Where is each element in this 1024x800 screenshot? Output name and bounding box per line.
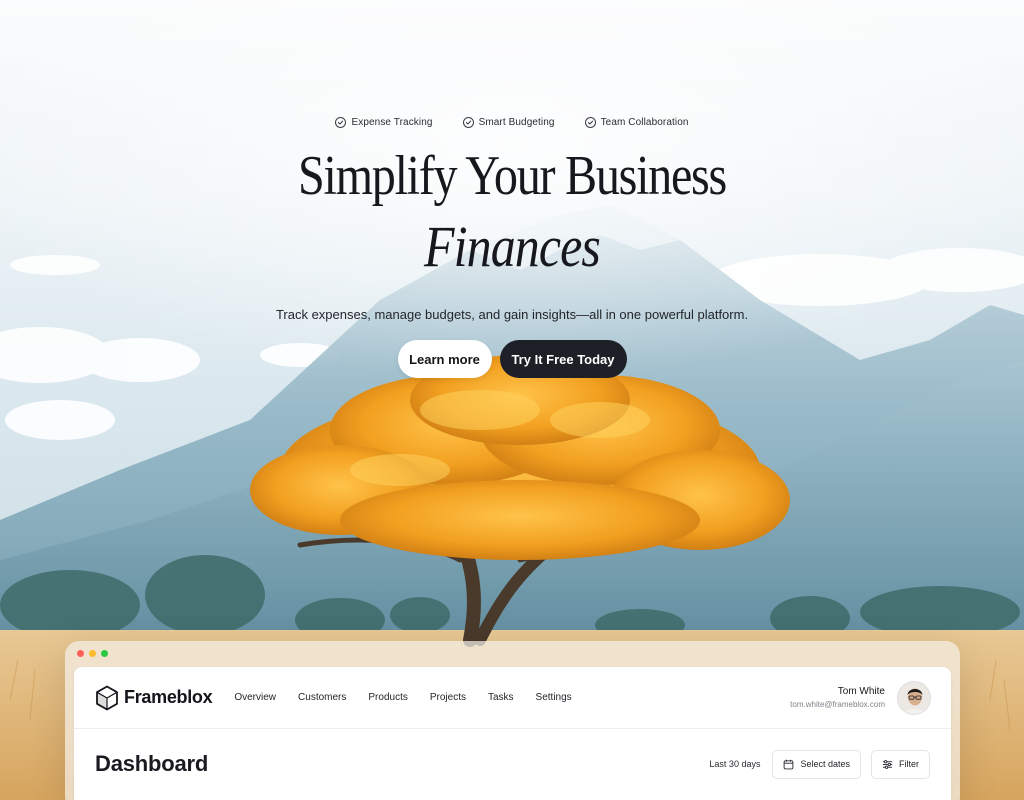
filter-label: Filter (899, 759, 919, 769)
app-top-nav: Frameblox Overview Customers Products Pr… (74, 667, 951, 729)
hero-headline: Simplify Your Business Finances (0, 148, 1024, 276)
nav-menu: Overview Customers Products Projects Tas… (234, 692, 571, 703)
feature-item: Team Collaboration (584, 117, 689, 128)
maximize-dot (101, 650, 108, 657)
feature-label: Team Collaboration (600, 117, 689, 128)
window-controls (77, 650, 108, 657)
dashboard-header: Dashboard Last 30 days Select dates Filt… (74, 729, 951, 799)
headline-line-1: Simplify Your Business (298, 145, 727, 207)
avatar[interactable] (897, 680, 931, 715)
check-circle-icon (335, 117, 347, 128)
nav-item-settings[interactable]: Settings (536, 692, 572, 703)
hero-section: Expense Tracking Smart Budgeting Team Co… (0, 0, 1024, 400)
minimize-dot (89, 650, 96, 657)
filter-button[interactable]: Filter (871, 749, 930, 779)
hero-cta-group: Learn more Try It Free Today (0, 340, 1024, 378)
dashboard-controls: Last 30 days Select dates Filter (709, 749, 930, 779)
try-free-button[interactable]: Try It Free Today (499, 340, 627, 378)
select-dates-button[interactable]: Select dates (772, 749, 861, 779)
user-menu[interactable]: Tom White tom.white@frameblox.com (790, 680, 931, 715)
nav-item-projects[interactable]: Projects (430, 692, 466, 703)
brand-name: Frameblox (124, 687, 213, 707)
user-info: Tom White tom.white@frameblox.com (790, 686, 885, 709)
nav-item-overview[interactable]: Overview (234, 692, 276, 703)
sliders-icon (882, 759, 893, 769)
date-range-label: Last 30 days (709, 759, 761, 769)
calendar-icon (784, 759, 794, 769)
dashboard-app-preview: Frameblox Overview Customers Products Pr… (74, 667, 951, 800)
user-email: tom.white@frameblox.com (790, 700, 885, 709)
hero-subtitle: Track expenses, manage budgets, and gain… (275, 307, 749, 322)
feature-item: Expense Tracking (335, 117, 432, 128)
feature-label: Smart Budgeting (478, 117, 555, 128)
nav-item-customers[interactable]: Customers (298, 692, 346, 703)
brand-logo[interactable]: Frameblox (95, 685, 213, 711)
page-title: Dashboard (95, 751, 209, 776)
feature-item: Smart Budgeting (462, 117, 555, 128)
learn-more-button[interactable]: Learn more (397, 340, 492, 378)
feature-label: Expense Tracking (351, 117, 433, 128)
select-dates-label: Select dates (800, 759, 850, 769)
check-circle-icon (584, 117, 596, 128)
close-dot (77, 650, 84, 657)
nav-item-tasks[interactable]: Tasks (488, 692, 514, 703)
nav-item-products[interactable]: Products (368, 692, 407, 703)
feature-list: Expense Tracking Smart Budgeting Team Co… (0, 117, 1024, 128)
check-circle-icon (462, 117, 474, 128)
hexagon-logo-icon (95, 685, 119, 711)
user-name: Tom White (837, 686, 885, 697)
headline-line-2: Finances (424, 214, 601, 279)
